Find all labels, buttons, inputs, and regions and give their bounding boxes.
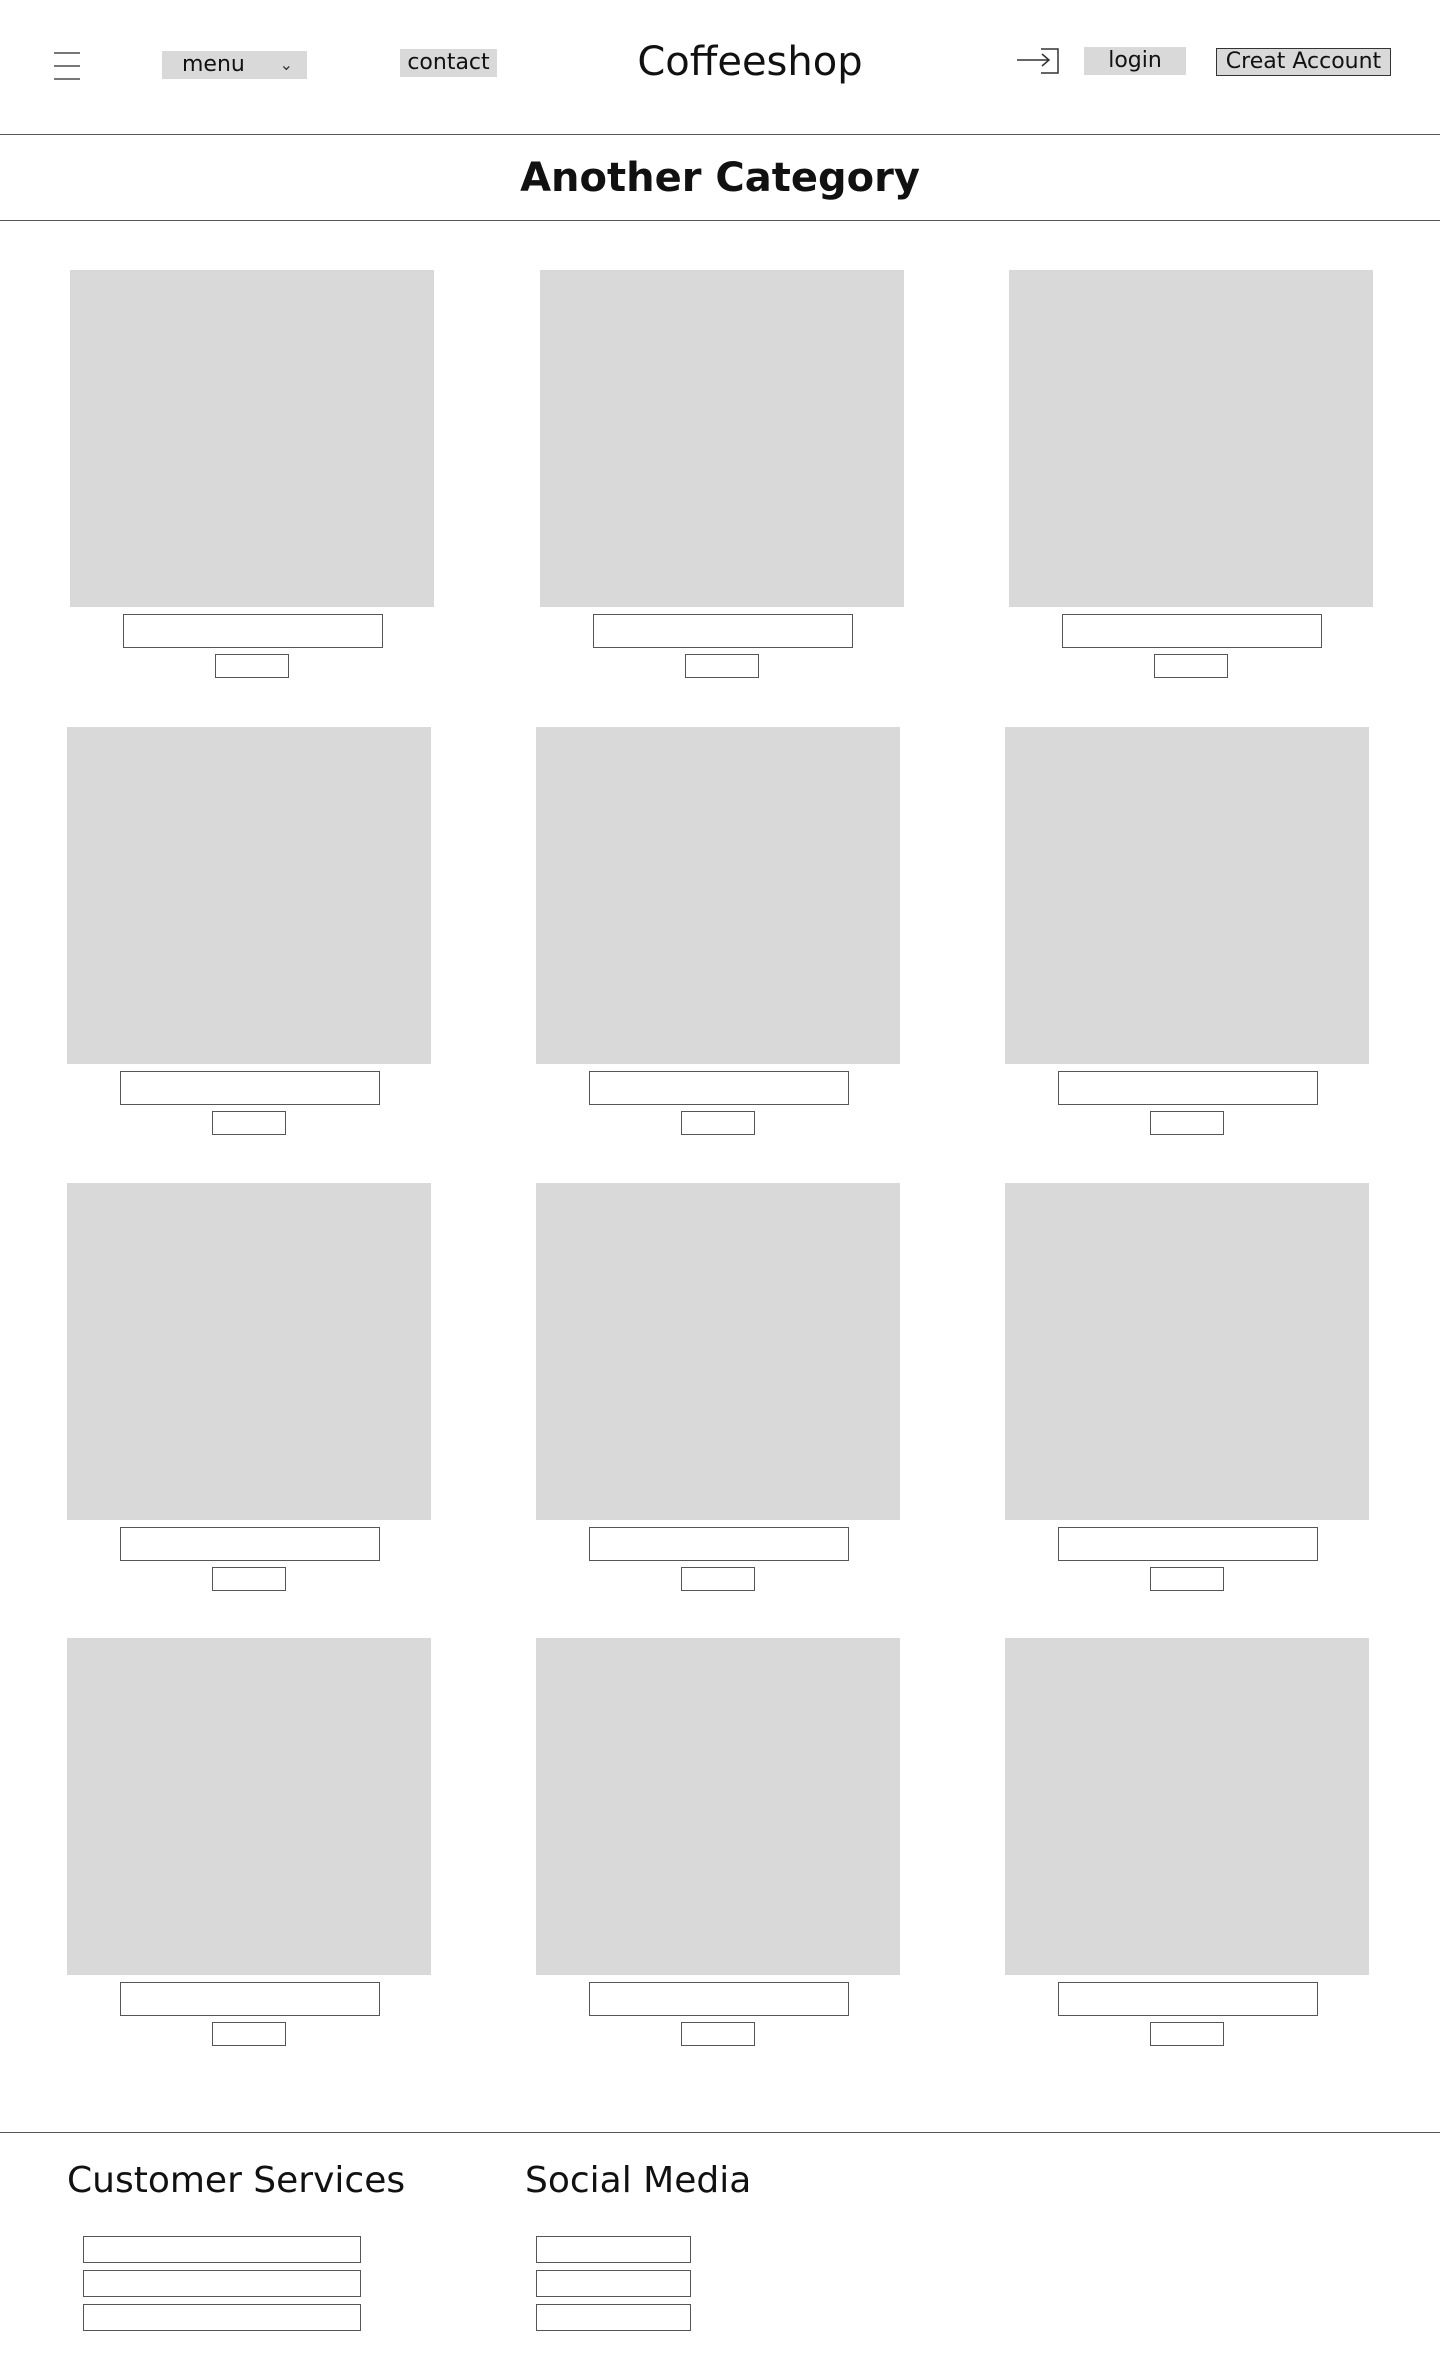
- contact-button[interactable]: contact: [400, 49, 497, 77]
- product-price-field[interactable]: [1150, 1111, 1224, 1135]
- create-account-button[interactable]: Creat Account: [1216, 48, 1391, 76]
- product-card[interactable]: [67, 727, 431, 1147]
- product-card[interactable]: [540, 270, 904, 690]
- chevron-down-icon: ⌄: [279, 55, 293, 74]
- product-card[interactable]: [536, 727, 900, 1147]
- social-media-link[interactable]: [536, 2270, 691, 2297]
- product-name-field[interactable]: [1058, 1527, 1318, 1561]
- hamburger-line: [54, 52, 80, 54]
- product-price-field[interactable]: [1150, 2022, 1224, 2046]
- customer-services-heading: Customer Services: [67, 2160, 406, 2201]
- product-price-field[interactable]: [681, 2022, 755, 2046]
- product-name-field[interactable]: [1062, 614, 1322, 648]
- customer-services-link[interactable]: [83, 2236, 361, 2263]
- social-media-link[interactable]: [536, 2304, 691, 2331]
- product-image[interactable]: [67, 1638, 431, 1975]
- product-card[interactable]: [1005, 727, 1369, 1147]
- product-name-field[interactable]: [589, 1527, 849, 1561]
- product-price-field[interactable]: [681, 1567, 755, 1591]
- product-price-field[interactable]: [1150, 1567, 1224, 1591]
- product-name-field[interactable]: [123, 614, 383, 648]
- product-image[interactable]: [540, 270, 904, 607]
- product-price-field[interactable]: [681, 1111, 755, 1135]
- product-image[interactable]: [1005, 1638, 1369, 1975]
- product-card[interactable]: [1009, 270, 1373, 690]
- product-image[interactable]: [1005, 1183, 1369, 1520]
- site-title: Coffeeshop: [637, 39, 863, 85]
- product-price-field[interactable]: [215, 654, 289, 678]
- product-price-field[interactable]: [212, 2022, 286, 2046]
- customer-services-link[interactable]: [83, 2270, 361, 2297]
- product-image[interactable]: [1009, 270, 1373, 607]
- product-card[interactable]: [536, 1183, 900, 1603]
- category-divider: [0, 220, 1440, 221]
- product-name-field[interactable]: [589, 1982, 849, 2016]
- product-image[interactable]: [536, 1183, 900, 1520]
- product-price-field[interactable]: [1154, 654, 1228, 678]
- product-price-field[interactable]: [212, 1111, 286, 1135]
- product-image[interactable]: [67, 727, 431, 1064]
- login-arrow-icon[interactable]: [1015, 47, 1061, 75]
- menu-dropdown-button[interactable]: menu ⌄: [162, 51, 307, 79]
- category-title: Another Category: [520, 155, 920, 201]
- login-button[interactable]: login: [1084, 47, 1186, 75]
- product-card[interactable]: [1005, 1638, 1369, 2058]
- product-name-field[interactable]: [593, 614, 853, 648]
- social-media-heading: Social Media: [525, 2160, 752, 2201]
- product-name-field[interactable]: [1058, 1071, 1318, 1105]
- product-name-field[interactable]: [120, 1982, 380, 2016]
- product-image[interactable]: [70, 270, 434, 607]
- product-name-field[interactable]: [589, 1071, 849, 1105]
- hamburger-line: [54, 65, 80, 67]
- product-image[interactable]: [67, 1183, 431, 1520]
- product-name-field[interactable]: [120, 1071, 380, 1105]
- product-card[interactable]: [70, 270, 434, 690]
- customer-services-link[interactable]: [83, 2304, 361, 2331]
- social-media-link[interactable]: [536, 2236, 691, 2263]
- header-divider: [0, 134, 1440, 135]
- product-card[interactable]: [536, 1638, 900, 2058]
- product-price-field[interactable]: [212, 1567, 286, 1591]
- product-image[interactable]: [1005, 727, 1369, 1064]
- product-card[interactable]: [1005, 1183, 1369, 1603]
- product-image[interactable]: [536, 727, 900, 1064]
- product-name-field[interactable]: [1058, 1982, 1318, 2016]
- menu-label: menu: [182, 52, 245, 77]
- footer-divider: [0, 2132, 1440, 2133]
- product-name-field[interactable]: [120, 1527, 380, 1561]
- product-card[interactable]: [67, 1638, 431, 2058]
- product-image[interactable]: [536, 1638, 900, 1975]
- hamburger-line: [54, 78, 80, 80]
- product-card[interactable]: [67, 1183, 431, 1603]
- product-price-field[interactable]: [685, 654, 759, 678]
- hamburger-menu-icon[interactable]: [54, 52, 80, 80]
